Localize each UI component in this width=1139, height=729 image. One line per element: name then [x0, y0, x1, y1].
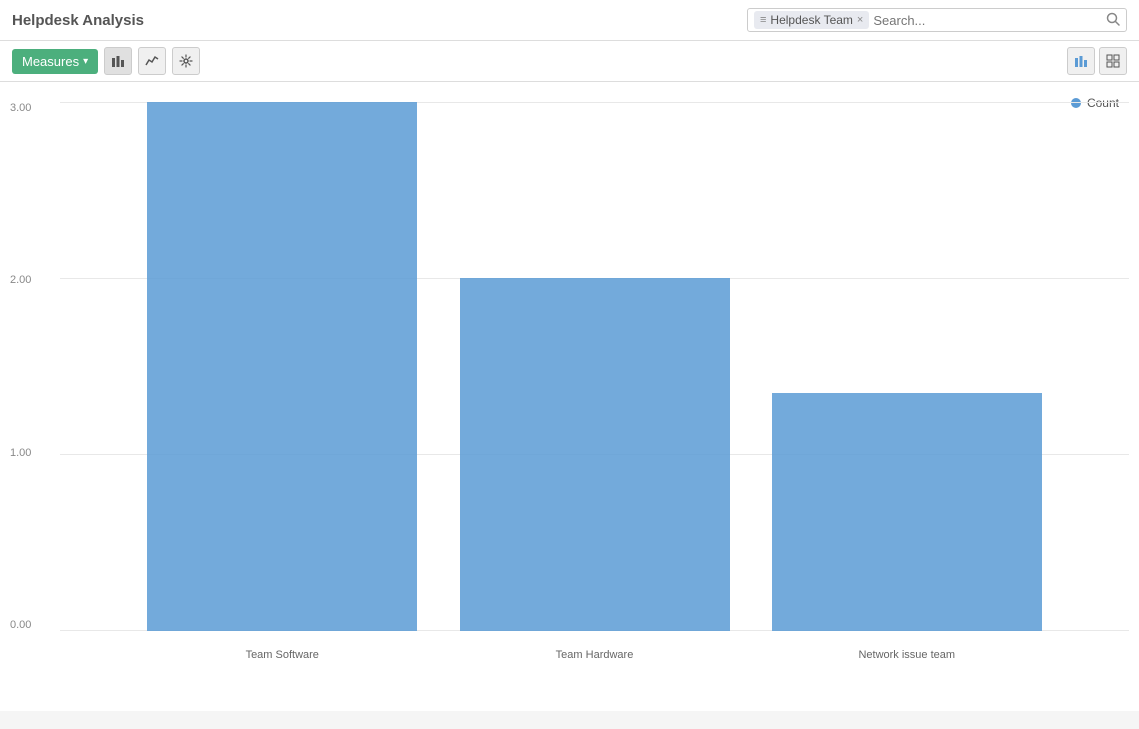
- bar[interactable]: [147, 102, 417, 631]
- top-bar: Helpdesk Analysis ≡ Helpdesk Team ×: [0, 0, 1139, 41]
- bar-chart-button[interactable]: [104, 47, 132, 75]
- x-axis-labels: Team Software Team Hardware Network issue …: [60, 649, 1129, 661]
- y-axis-label: 1.00: [10, 447, 31, 459]
- line-chart-icon: [145, 54, 159, 68]
- y-axis: 0.00 1.00 2.00 3.00: [10, 102, 37, 631]
- chart-area: 0.001.002.003.00 Team SoftwareTeam Hardw…: [60, 102, 1129, 661]
- view-toggle: [1067, 47, 1127, 75]
- chart-container: Count 0.001.002.003.00 Team SoftwareTeam…: [0, 82, 1139, 711]
- bar-group: [132, 102, 432, 631]
- y-axis-label: 3.00: [10, 102, 31, 114]
- table-view-icon: [1106, 54, 1120, 68]
- chart-view-button[interactable]: [1067, 47, 1095, 75]
- bars-area: [60, 102, 1129, 631]
- bar-group: [757, 102, 1057, 631]
- chart-view-icon: [1074, 54, 1088, 68]
- toolbar: Measures ▾: [0, 41, 1139, 82]
- bar-chart-icon: [111, 54, 125, 68]
- settings-icon: [179, 54, 193, 68]
- measures-button[interactable]: Measures ▾: [12, 49, 98, 74]
- settings-button[interactable]: [172, 47, 200, 75]
- search-input[interactable]: [873, 13, 1106, 28]
- measures-arrow: ▾: [83, 56, 88, 67]
- search-area: ≡ Helpdesk Team ×: [747, 8, 1127, 32]
- x-axis-label: Team Software: [132, 649, 432, 661]
- line-chart-button[interactable]: [138, 47, 166, 75]
- x-axis-label: Network issue team: [757, 649, 1057, 661]
- search-button[interactable]: [1106, 12, 1120, 29]
- measures-label: Measures: [22, 54, 79, 69]
- search-icon: [1106, 12, 1120, 26]
- filter-tag-close[interactable]: ×: [857, 14, 863, 26]
- table-view-button[interactable]: [1099, 47, 1127, 75]
- x-axis-label: Team Hardware: [445, 649, 745, 661]
- filter-tag[interactable]: ≡ Helpdesk Team ×: [754, 11, 869, 29]
- bar[interactable]: [772, 393, 1042, 631]
- y-axis-label: 0.00: [10, 619, 31, 631]
- page-title: Helpdesk Analysis: [12, 12, 144, 29]
- y-axis-label: 2.00: [10, 274, 31, 286]
- filter-tag-label: Helpdesk Team: [770, 13, 853, 27]
- filter-tag-icon: ≡: [760, 14, 766, 26]
- bar-group: [445, 102, 745, 631]
- bar[interactable]: [460, 278, 730, 631]
